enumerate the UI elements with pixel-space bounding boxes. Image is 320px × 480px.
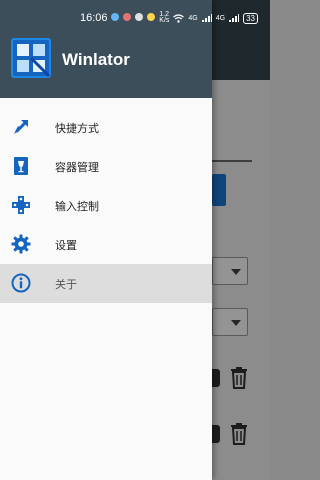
signal-bars-icon — [229, 14, 240, 22]
menu-item-label: 关于 — [55, 278, 77, 291]
status-indicators: 1.2 K/s 4G 4G 33 — [159, 11, 258, 24]
info-icon — [11, 273, 31, 293]
notification-icon — [135, 13, 143, 21]
notification-icon — [147, 13, 155, 21]
notification-icon — [123, 13, 131, 21]
shortcut-arrow-icon — [11, 117, 31, 137]
menu-item-input-controls[interactable]: 输入控制 — [0, 186, 212, 225]
container-wine-glass-icon — [11, 156, 31, 176]
status-time: 16:06 — [80, 12, 108, 24]
winlator-logo-icon — [11, 38, 51, 78]
drawer-menu: 快捷方式 容器管理 输入控制 设置 关于 — [0, 108, 212, 303]
signal-label: 4G — [215, 14, 226, 22]
menu-item-about[interactable]: 关于 — [0, 264, 212, 303]
notification-icon — [111, 13, 119, 21]
menu-item-label: 容器管理 — [55, 161, 99, 174]
dpad-gamepad-icon — [11, 195, 31, 215]
menu-item-shortcuts[interactable]: 快捷方式 — [0, 108, 212, 147]
menu-item-containers[interactable]: 容器管理 — [0, 147, 212, 186]
menu-item-settings[interactable]: 设置 — [0, 225, 212, 264]
signal-label: 4G — [188, 14, 198, 22]
status-bar: 16:06 1.2 K/s 4G 4G 33 — [0, 0, 270, 34]
menu-item-label: 设置 — [55, 239, 77, 252]
wifi-icon — [173, 13, 185, 23]
network-speed: 1.2 K/s — [159, 11, 170, 24]
app-title: Winlator — [62, 50, 130, 69]
notification-icons — [111, 13, 155, 21]
navigation-drawer: Winlator 快捷方式 容器管理 输入控制 设置 关于 — [0, 0, 212, 480]
menu-item-label: 快捷方式 — [55, 122, 99, 135]
menu-item-label: 输入控制 — [55, 200, 99, 213]
battery-indicator: 33 — [243, 12, 258, 24]
signal-bars-icon — [201, 14, 212, 22]
gear-icon — [11, 234, 31, 254]
